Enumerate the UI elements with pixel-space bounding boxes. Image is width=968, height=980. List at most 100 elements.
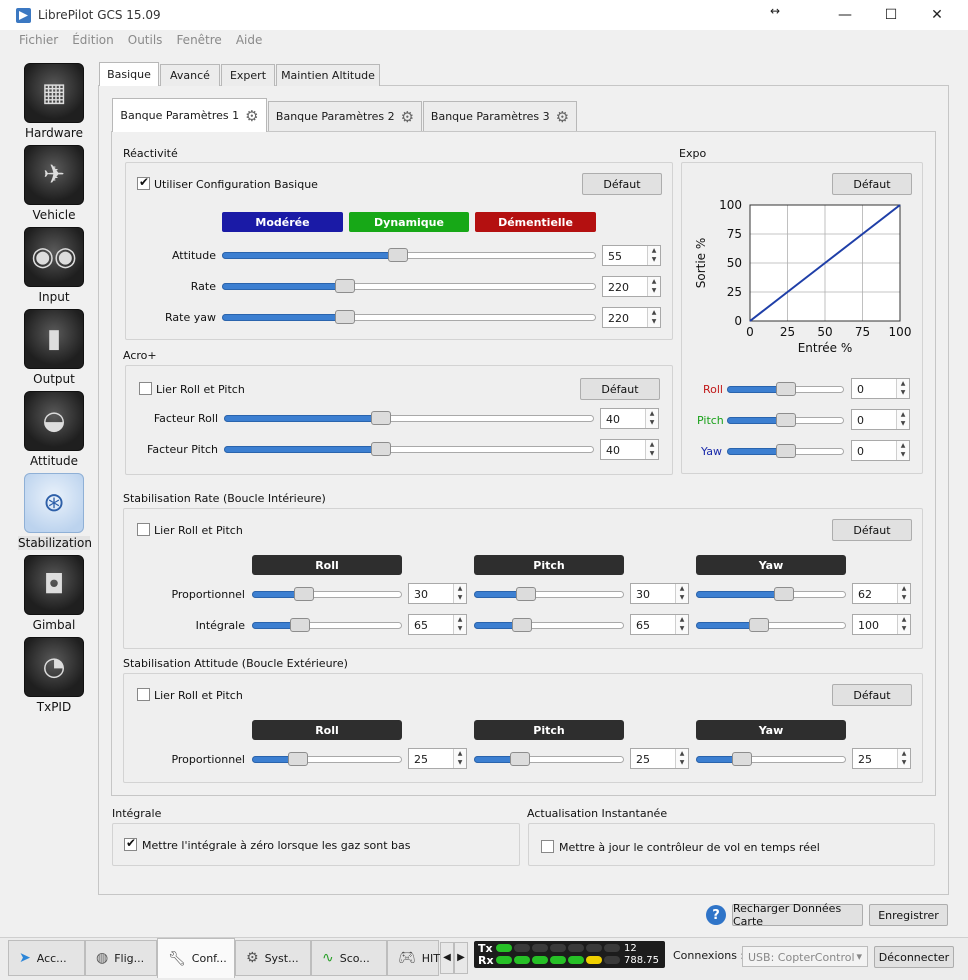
minimize-icon[interactable]: — [822, 0, 868, 30]
facteur-roll-spinbox[interactable]: 40 ▲ ▼ [600, 408, 659, 429]
sidebar-item-hardware[interactable]: ▦ Hardware [18, 60, 90, 142]
integrale-reset-checkbox[interactable] [124, 836, 137, 851]
spin-arrows-icon[interactable]: ▲ ▼ [896, 441, 909, 460]
bottom-tab-hitl[interactable]: 🎮︎ HIT [387, 940, 440, 976]
tab-bank-1[interactable]: Banque Paramètres 1 ⚙ [112, 98, 267, 132]
sidebar-item-attitude[interactable]: ◒ Attitude [18, 388, 90, 470]
sidebar-item-txpid[interactable]: ◔ TxPID [18, 634, 90, 716]
use-basic-checkbox[interactable] [137, 175, 150, 190]
preset-dynamique-button[interactable]: Dynamique [349, 212, 469, 232]
att-prop-yaw-spinbox[interactable]: 25 ▲ ▼ [852, 748, 911, 769]
rate-int-yaw-spinbox[interactable]: 100 ▲ ▼ [852, 614, 911, 635]
spin-arrows-icon[interactable]: ▲ ▼ [453, 615, 466, 634]
tab-maintien-altitude[interactable]: Maintien Altitude [276, 64, 380, 86]
spin-arrows-icon[interactable]: ▲ ▼ [645, 409, 658, 428]
sidebar-item-output[interactable]: ▮ Output [18, 306, 90, 388]
bottom-tab-flight[interactable]: ◍ Flig... [85, 940, 157, 976]
disconnect-button[interactable]: Déconnecter [874, 946, 954, 968]
spin-arrows-icon[interactable]: ▲ ▼ [453, 749, 466, 768]
rate-default-button[interactable]: Défaut [832, 519, 912, 541]
rate-link-checkbox[interactable] [137, 523, 150, 536]
att-link-checkbox[interactable] [137, 688, 150, 701]
sidebar-item-gimbal[interactable]: ◘ Gimbal [18, 552, 90, 634]
facteur-pitch-spinbox[interactable]: 40 ▲ ▼ [600, 439, 659, 460]
rate-prop-roll-spinbox[interactable]: 30 ▲ ▼ [408, 583, 467, 604]
reactivite-default-button[interactable]: Défaut [582, 173, 662, 195]
realtime-checkbox[interactable] [541, 840, 554, 853]
menu-aide[interactable]: Aide [229, 30, 270, 52]
maximize-icon[interactable]: ☐ [868, 0, 914, 30]
sidebar-item-input[interactable]: ◉◉ Input [18, 224, 90, 306]
preset-dementielle-button[interactable]: Démentielle [475, 212, 596, 232]
spin-arrows-icon[interactable]: ▲ ▼ [647, 246, 660, 265]
rate-prop-yaw-slider[interactable] [696, 587, 846, 601]
scroll-right-icon[interactable]: ▶ [454, 942, 468, 974]
rate-yaw-slider[interactable] [222, 310, 596, 324]
help-icon[interactable]: ? [706, 905, 726, 925]
att-prop-yaw-slider[interactable] [696, 752, 846, 766]
connection-device-select[interactable]: USB: CopterControl ▾ [742, 946, 868, 967]
att-prop-pitch-spinbox[interactable]: 25 ▲ ▼ [630, 748, 689, 769]
expo-pitch-spinbox[interactable]: 0 ▲ ▼ [851, 409, 910, 430]
sidebar-item-vehicle[interactable]: ✈ Vehicle [18, 142, 90, 224]
sidebar-item-stabilization[interactable]: ⊛ Stabilization [18, 470, 92, 552]
acro-default-button[interactable]: Défaut [580, 378, 660, 400]
spin-arrows-icon[interactable]: ▲ ▼ [897, 584, 910, 603]
rate-slider[interactable] [222, 279, 596, 293]
attitude-slider[interactable] [222, 248, 596, 262]
bottom-tab-configuration[interactable]: 🔧︎ Conf... [157, 938, 235, 978]
expo-pitch-slider[interactable] [727, 413, 844, 427]
rate-int-roll-slider[interactable] [252, 618, 402, 632]
rate-yaw-spinbox[interactable]: 220 ▲ ▼ [602, 307, 661, 328]
spin-arrows-icon[interactable]: ▲ ▼ [897, 749, 910, 768]
tab-basique[interactable]: Basique [99, 62, 159, 86]
rate-spinbox[interactable]: 220 ▲ ▼ [602, 276, 661, 297]
rate-int-pitch-slider[interactable] [474, 618, 624, 632]
att-default-button[interactable]: Défaut [832, 684, 912, 706]
attitude-spinbox[interactable]: 55 ▲ ▼ [602, 245, 661, 266]
menu-outils[interactable]: Outils [121, 30, 170, 52]
bottom-tab-accueil[interactable]: ➤ Acc... [8, 940, 85, 976]
spin-arrows-icon[interactable]: ▲ ▼ [675, 615, 688, 634]
expo-roll-spinbox[interactable]: 0 ▲ ▼ [851, 378, 910, 399]
spin-arrows-icon[interactable]: ▲ ▼ [647, 277, 660, 296]
menu-fenetre[interactable]: Fenêtre [169, 30, 228, 52]
spin-arrows-icon[interactable]: ▲ ▼ [647, 308, 660, 327]
menu-edition[interactable]: Édition [65, 30, 121, 52]
scroll-left-icon[interactable]: ◀ [440, 942, 454, 974]
expo-yaw-spinbox[interactable]: 0 ▲ ▼ [851, 440, 910, 461]
rate-prop-pitch-slider[interactable] [474, 587, 624, 601]
spin-arrows-icon[interactable]: ▲ ▼ [896, 410, 909, 429]
tab-bank-2[interactable]: Banque Paramètres 2 ⚙ [268, 101, 422, 131]
preset-moderee-button[interactable]: Modérée [222, 212, 343, 232]
spin-arrows-icon[interactable]: ▲ ▼ [453, 584, 466, 603]
menu-fichier[interactable]: Fichier [12, 30, 65, 52]
spin-arrows-icon[interactable]: ▲ ▼ [645, 440, 658, 459]
expo-default-button[interactable]: Défaut [832, 173, 912, 195]
expo-roll-slider[interactable] [727, 382, 844, 396]
save-button[interactable]: Enregistrer [869, 904, 948, 926]
bottom-tab-scopes[interactable]: ∿ Sco... [311, 940, 387, 976]
bottom-tab-system[interactable]: ⚙ Syst... [235, 940, 311, 976]
att-prop-roll-slider[interactable] [252, 752, 402, 766]
att-prop-pitch-slider[interactable] [474, 752, 624, 766]
rate-prop-pitch-spinbox[interactable]: 30 ▲ ▼ [630, 583, 689, 604]
spin-arrows-icon[interactable]: ▲ ▼ [897, 615, 910, 634]
rate-int-yaw-slider[interactable] [696, 618, 846, 632]
rate-prop-yaw-spinbox[interactable]: 62 ▲ ▼ [852, 583, 911, 604]
acro-link-checkbox[interactable] [139, 382, 152, 395]
close-icon[interactable]: ✕ [914, 0, 960, 30]
facteur-roll-slider[interactable] [224, 411, 594, 425]
tab-expert[interactable]: Expert [221, 64, 275, 86]
reload-board-button[interactable]: Recharger Données Carte [732, 902, 863, 928]
tab-avance[interactable]: Avancé [160, 64, 220, 86]
spin-arrows-icon[interactable]: ▲ ▼ [896, 379, 909, 398]
att-prop-roll-spinbox[interactable]: 25 ▲ ▼ [408, 748, 467, 769]
rate-int-roll-spinbox[interactable]: 65 ▲ ▼ [408, 614, 467, 635]
facteur-pitch-slider[interactable] [224, 442, 594, 456]
rate-prop-roll-slider[interactable] [252, 587, 402, 601]
expo-yaw-slider[interactable] [727, 444, 844, 458]
spin-arrows-icon[interactable]: ▲ ▼ [675, 749, 688, 768]
rate-int-pitch-spinbox[interactable]: 65 ▲ ▼ [630, 614, 689, 635]
spin-arrows-icon[interactable]: ▲ ▼ [675, 584, 688, 603]
